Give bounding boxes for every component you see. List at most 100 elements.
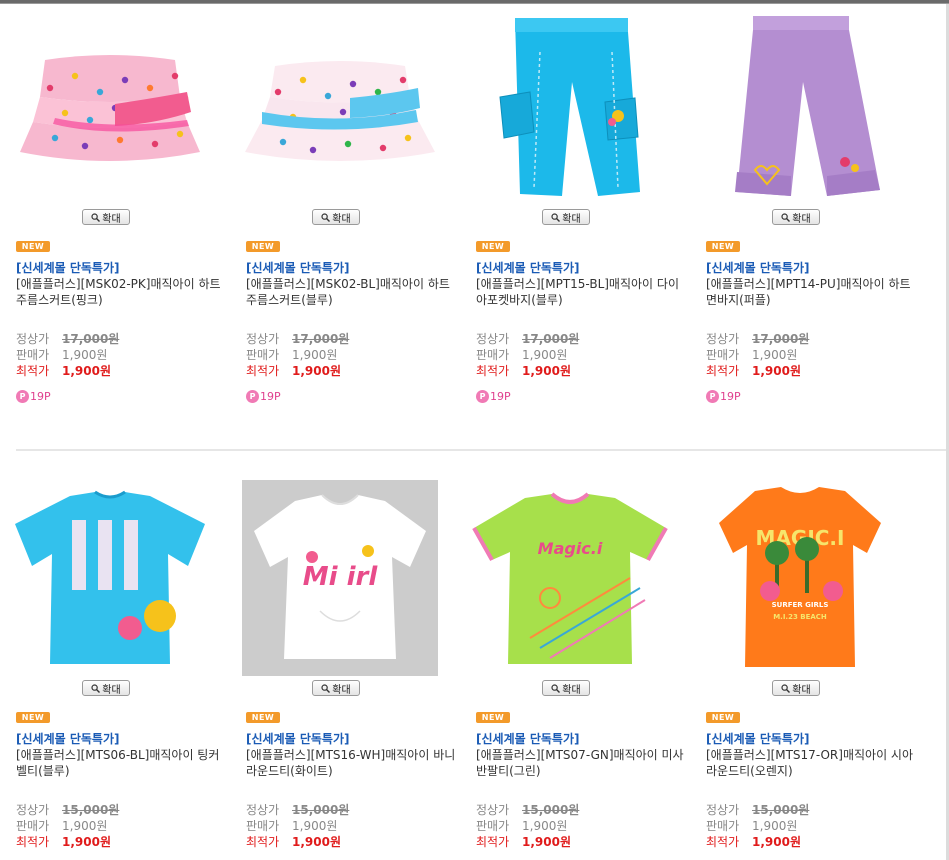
product-image-orange-tshirt[interactable]: MAGIC.I SURFER GIRLS M.I.23 BEACH xyxy=(690,483,910,673)
zoom-button[interactable]: 확대 xyxy=(772,680,820,696)
best-price-row: 최적가 1,900원 xyxy=(16,833,111,850)
product-image-blue-cargo-pants[interactable] xyxy=(460,12,680,202)
sale-price-row: 판매가 1,900원 xyxy=(246,346,337,363)
best-price-value: 1,900원 xyxy=(752,835,801,849)
product-name-link[interactable]: [애플플러스][MSK02-BL]매직아이 하트주름스커트(블루) xyxy=(246,276,458,308)
promo-link[interactable]: [신세계몰 단독특가] xyxy=(16,259,119,276)
best-price-label: 최적가 xyxy=(476,364,510,378)
zoom-label: 확대 xyxy=(332,213,351,225)
sale-price-row: 판매가 1,900원 xyxy=(476,817,567,834)
promo-link[interactable]: [신세계몰 단독특가] xyxy=(246,730,349,747)
best-price-label: 최적가 xyxy=(476,835,510,849)
sale-price-label: 판매가 xyxy=(706,819,740,833)
list-price-label: 정상가 xyxy=(246,803,280,817)
best-price-label: 최적가 xyxy=(246,364,280,378)
product-name-link[interactable]: [애플플러스][MTS17-OR]매직아이 시아라운드티(오렌지) xyxy=(706,747,918,779)
list-price-row: 정상가 15,000원 xyxy=(16,801,119,818)
promo-link[interactable]: [신세계몰 단독특가] xyxy=(476,259,579,276)
sale-price-value: 1,900원 xyxy=(292,819,338,833)
product-name-link[interactable]: [애플플러스][MPT15-BL]매직아이 다이아포켓바지(블루) xyxy=(476,276,688,308)
sale-price-row: 판매가 1,900원 xyxy=(246,817,337,834)
magnifier-icon xyxy=(91,212,101,222)
best-price-row: 최적가 1,900원 xyxy=(16,362,111,379)
sale-price-label: 판매가 xyxy=(16,348,50,362)
sale-price-row: 판매가 1,900원 xyxy=(476,346,567,363)
zoom-button[interactable]: 확대 xyxy=(542,209,590,225)
magnifier-icon xyxy=(781,683,791,693)
sale-price-value: 1,900원 xyxy=(522,348,568,362)
product-name-link[interactable]: [애플플러스][MSK02-PK]매직아이 하트주름스커트(핑크) xyxy=(16,276,228,308)
zoom-label: 확대 xyxy=(792,684,811,696)
promo-link[interactable]: [신세계몰 단독특가] xyxy=(706,730,809,747)
new-badge: NEW xyxy=(246,712,280,723)
zoom-button[interactable]: 확대 xyxy=(312,209,360,225)
magnifier-icon xyxy=(321,212,331,222)
product-name-link[interactable]: [애플플러스][MTS16-WH]매직아이 바니라운드티(화이트) xyxy=(246,747,458,779)
best-price-label: 최적가 xyxy=(16,364,50,378)
best-price-label: 최적가 xyxy=(16,835,50,849)
sale-price-value: 1,900원 xyxy=(752,819,798,833)
sale-price-row: 판매가 1,900원 xyxy=(706,817,797,834)
list-price-value: 15,000원 xyxy=(292,803,350,817)
new-badge: NEW xyxy=(476,241,510,252)
promo-link[interactable]: [신세계몰 단독특가] xyxy=(16,730,119,747)
magic-logo-text: Magic.i xyxy=(538,539,603,558)
best-price-label: 최적가 xyxy=(246,835,280,849)
product-image-white-tshirt[interactable]: Mi irl xyxy=(230,480,450,676)
product-image-pink-tiered-skirt[interactable] xyxy=(0,12,220,202)
points-icon: P xyxy=(16,390,29,403)
best-price-row: 최적가 1,900원 xyxy=(246,833,341,850)
product-image-purple-pants[interactable] xyxy=(690,12,910,202)
product-name-link[interactable]: [애플플러스][MPT14-PU]매직아이 하트면바지(퍼플) xyxy=(706,276,918,308)
product-image-blue-tiered-skirt[interactable] xyxy=(230,12,450,202)
list-price-row: 정상가 15,000원 xyxy=(706,801,809,818)
list-price-row: 정상가 17,000원 xyxy=(706,330,809,347)
magnifier-icon xyxy=(91,683,101,693)
zoom-button[interactable]: 확대 xyxy=(82,680,130,696)
sale-price-label: 판매가 xyxy=(246,348,280,362)
best-price-row: 최적가 1,900원 xyxy=(476,833,571,850)
list-price-value: 15,000원 xyxy=(522,803,580,817)
points-value: 19P xyxy=(720,390,741,403)
zoom-label: 확대 xyxy=(792,213,811,225)
list-price-row: 정상가 17,000원 xyxy=(246,330,349,347)
zoom-label: 확대 xyxy=(562,213,581,225)
list-price-row: 정상가 15,000원 xyxy=(246,801,349,818)
list-price-label: 정상가 xyxy=(706,803,740,817)
zoom-button[interactable]: 확대 xyxy=(542,680,590,696)
magnifier-icon xyxy=(551,683,561,693)
sale-price-value: 1,900원 xyxy=(752,348,798,362)
list-price-label: 정상가 xyxy=(476,332,510,346)
sale-price-label: 판매가 xyxy=(706,348,740,362)
zoom-button[interactable]: 확대 xyxy=(772,209,820,225)
points-value: 19P xyxy=(30,390,51,403)
list-price-label: 정상가 xyxy=(16,803,50,817)
promo-link[interactable]: [신세계몰 단독특가] xyxy=(246,259,349,276)
points-value: 19P xyxy=(490,390,511,403)
zoom-button[interactable]: 확대 xyxy=(312,680,360,696)
magnifier-icon xyxy=(551,212,561,222)
magnifier-icon xyxy=(781,212,791,222)
new-badge: NEW xyxy=(706,712,740,723)
product-name-link[interactable]: [애플플러스][MTS06-BL]매직아이 팅커벨티(블루) xyxy=(16,747,228,779)
best-price-value: 1,900원 xyxy=(62,364,111,378)
product-image-green-tshirt[interactable]: Magic.i xyxy=(460,483,680,673)
product-name-link[interactable]: [애플플러스][MTS07-GN]매직아이 미사반팔티(그린) xyxy=(476,747,688,779)
points-icon: P xyxy=(706,390,719,403)
top-border xyxy=(0,0,949,4)
list-price-value: 17,000원 xyxy=(62,332,120,346)
sale-price-row: 판매가 1,900원 xyxy=(16,346,107,363)
product-image-blue-tshirt[interactable] xyxy=(0,483,220,673)
promo-link[interactable]: [신세계몰 단독특가] xyxy=(476,730,579,747)
best-price-value: 1,900원 xyxy=(522,835,571,849)
list-price-value: 17,000원 xyxy=(292,332,350,346)
new-badge: NEW xyxy=(706,241,740,252)
zoom-button[interactable]: 확대 xyxy=(82,209,130,225)
sale-price-value: 1,900원 xyxy=(522,819,568,833)
list-price-value: 17,000원 xyxy=(752,332,810,346)
points-badge: P 19P xyxy=(16,390,51,403)
list-price-row: 정상가 15,000원 xyxy=(476,801,579,818)
promo-link[interactable]: [신세계몰 단독특가] xyxy=(706,259,809,276)
points-badge: P 19P xyxy=(246,390,281,403)
new-badge: NEW xyxy=(246,241,280,252)
